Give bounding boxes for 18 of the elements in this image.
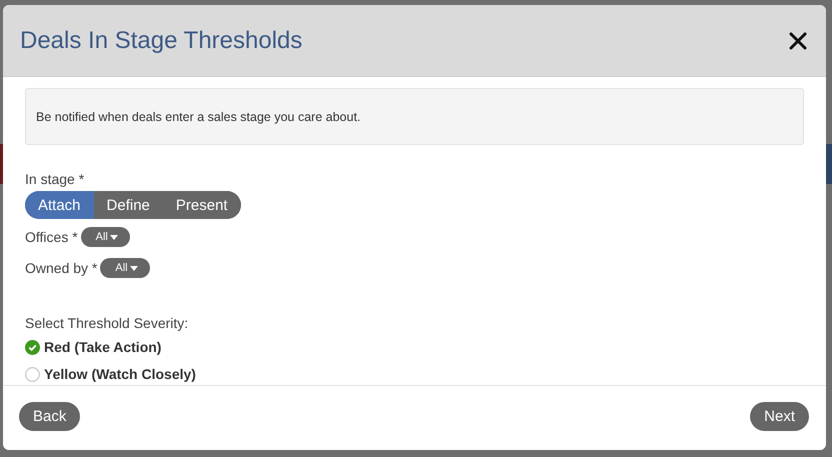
filter-dropdown[interactable]: All: [100, 258, 150, 278]
filter-label: Offices *: [25, 229, 78, 245]
next-button[interactable]: Next: [750, 402, 809, 430]
filter-dropdown[interactable]: All: [80, 227, 130, 247]
caret-icon: [110, 234, 118, 240]
back-button[interactable]: Back: [19, 402, 80, 430]
close-icon[interactable]: [789, 32, 807, 50]
filter-label: Owned by *: [25, 260, 98, 276]
dialog-title: Deals In Stage Thresholds: [20, 26, 302, 54]
stage-label: In stage *: [25, 171, 86, 187]
stage-option[interactable]: Attach: [25, 191, 94, 219]
caret-icon: [130, 266, 138, 270]
info-text: Be notified when deals enter a sales stage you care about.: [36, 110, 361, 124]
radio-button[interactable]: [25, 340, 40, 354]
radio-button[interactable]: [25, 366, 40, 382]
radio-label: Yellow (Watch Closely): [44, 366, 196, 382]
severity-label: Select Threshold Severity:: [25, 315, 190, 331]
radio-label: Red (Take Action): [44, 339, 162, 355]
